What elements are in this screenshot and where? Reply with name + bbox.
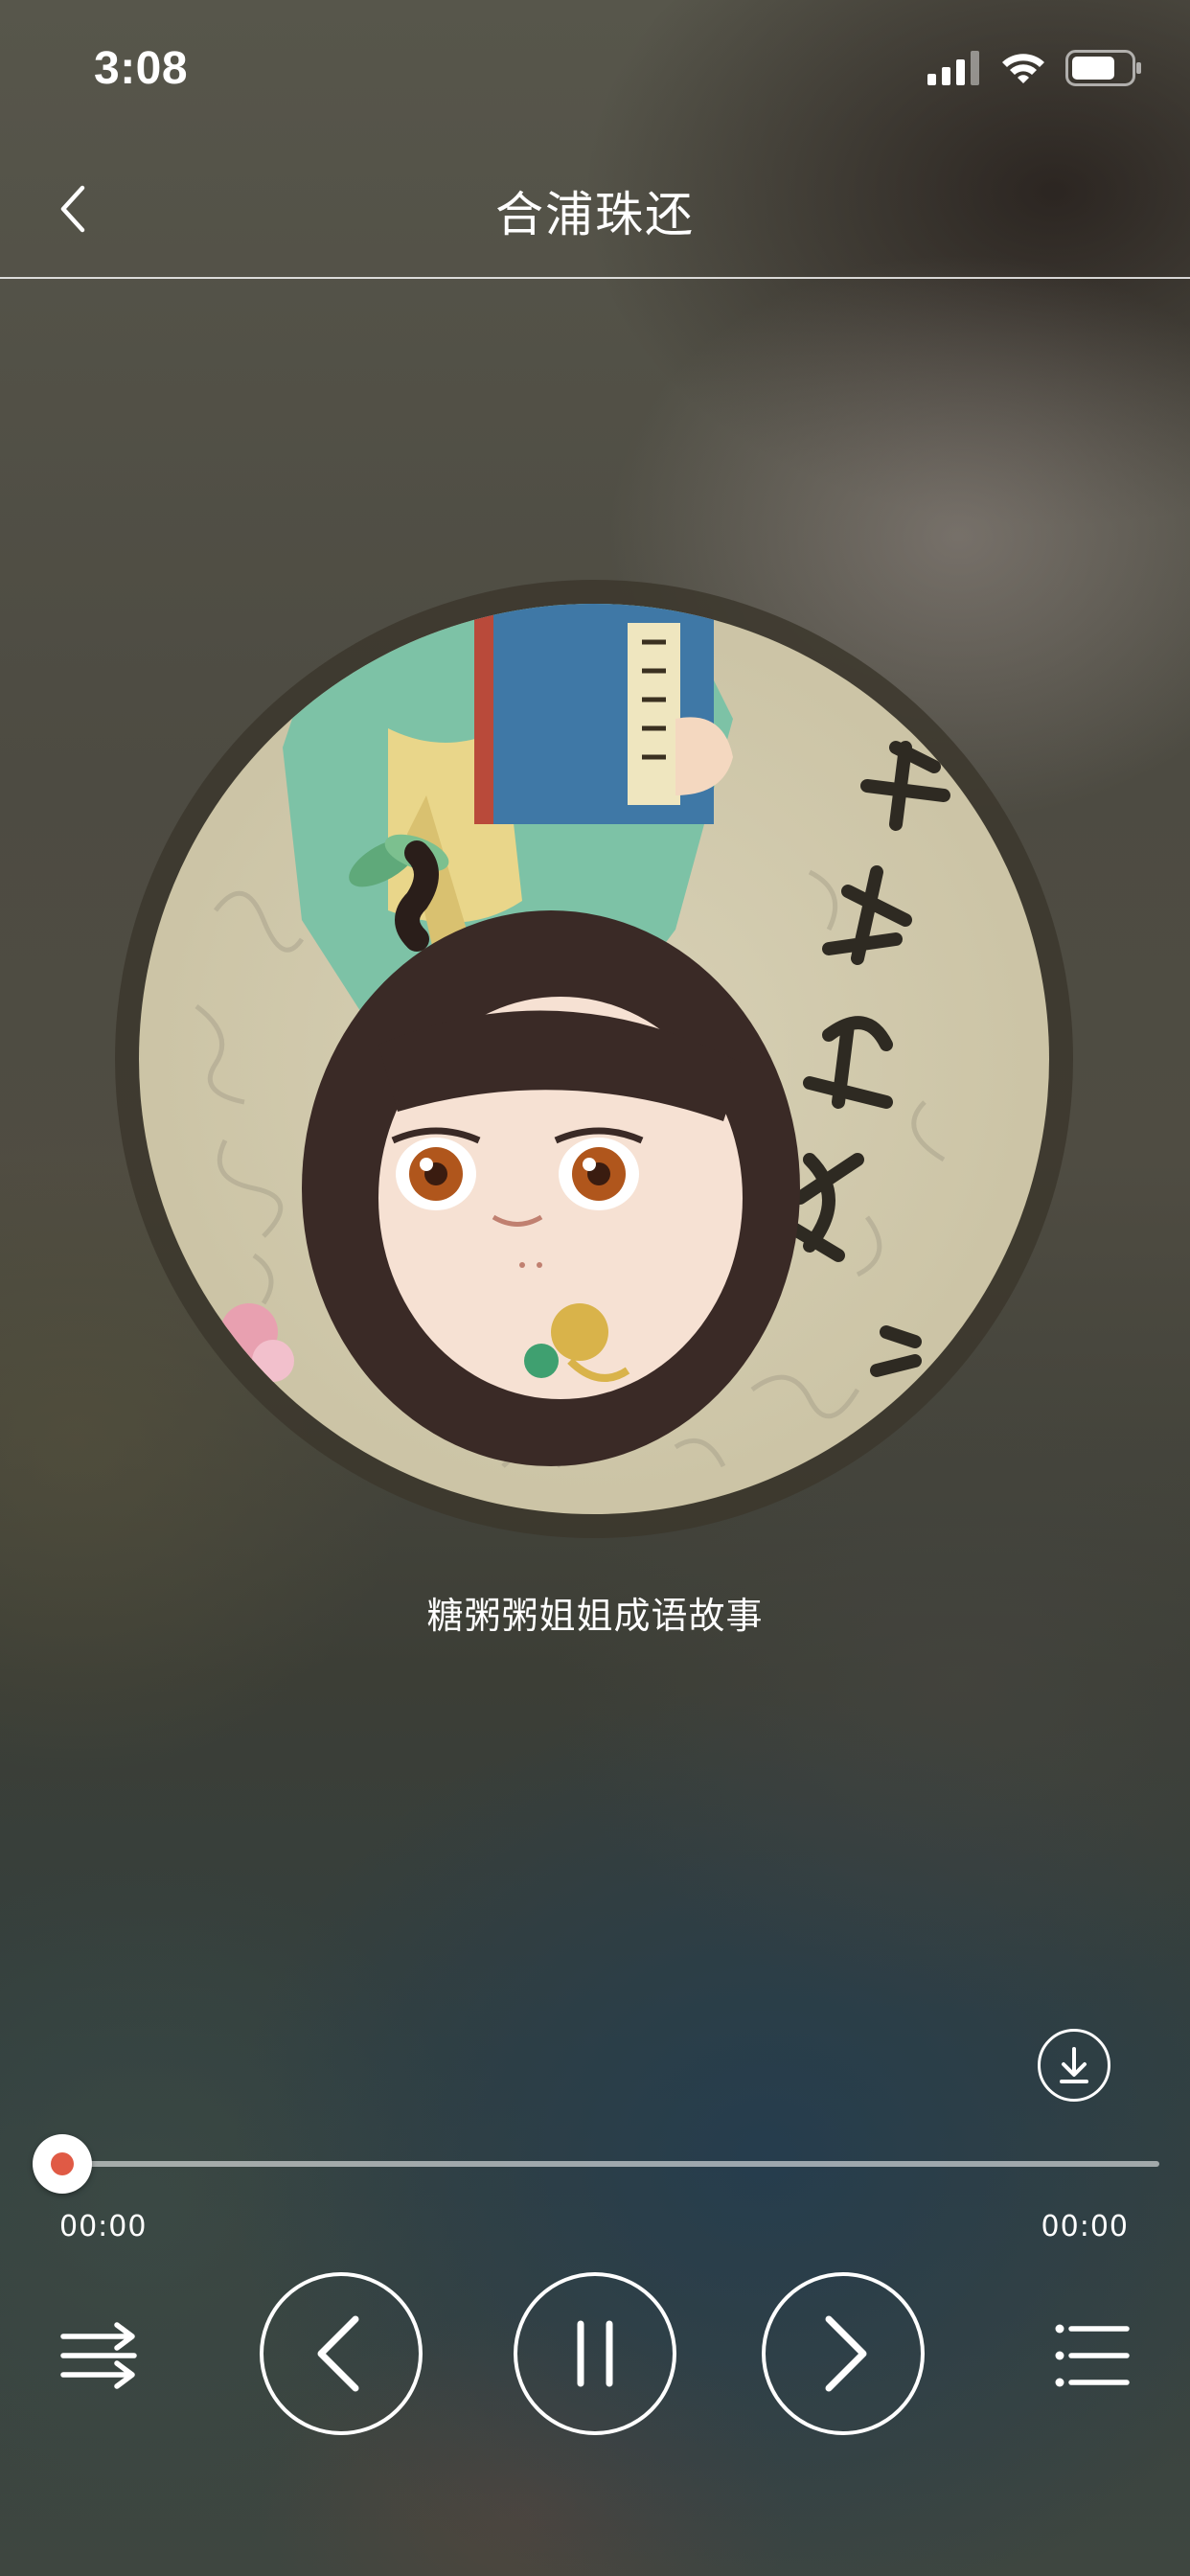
album-name: 糖粥粥姐姐成语故事 — [426, 1595, 764, 1637]
total-time: 00:00 — [1041, 2210, 1129, 2243]
nav-bar: 合浦珠还 — [0, 144, 1190, 278]
download-icon — [1041, 2032, 1108, 2099]
status-bar: 3:08 — [0, 0, 1190, 144]
wifi-icon — [1000, 51, 1046, 85]
progress-track[interactable] — [62, 2161, 1159, 2167]
shuffle-icon — [57, 2317, 144, 2394]
previous-icon — [263, 2276, 419, 2431]
previous-button[interactable] — [260, 2272, 423, 2435]
progress-thumb-dot — [51, 2152, 74, 2175]
battery-icon — [1065, 50, 1142, 86]
status-time: 3:08 — [94, 43, 189, 94]
pause-icon — [517, 2276, 673, 2431]
pause-button[interactable] — [514, 2272, 676, 2435]
album-cover-illustration — [139, 604, 1049, 1514]
progress-slider-thumb[interactable] — [33, 2134, 92, 2194]
next-icon — [766, 2276, 921, 2431]
current-time: 00:00 — [59, 2210, 148, 2243]
page-title: 合浦珠还 — [495, 187, 695, 242]
cellular-signal-icon — [927, 51, 981, 85]
shuffle-button[interactable] — [57, 2317, 144, 2394]
nav-divider — [0, 277, 1190, 279]
status-icons — [927, 50, 1142, 86]
next-button[interactable] — [762, 2272, 925, 2435]
download-button[interactable] — [1038, 2029, 1110, 2102]
album-cover — [139, 604, 1049, 1514]
playlist-button[interactable] — [1054, 2319, 1131, 2392]
playlist-icon — [1054, 2319, 1131, 2392]
